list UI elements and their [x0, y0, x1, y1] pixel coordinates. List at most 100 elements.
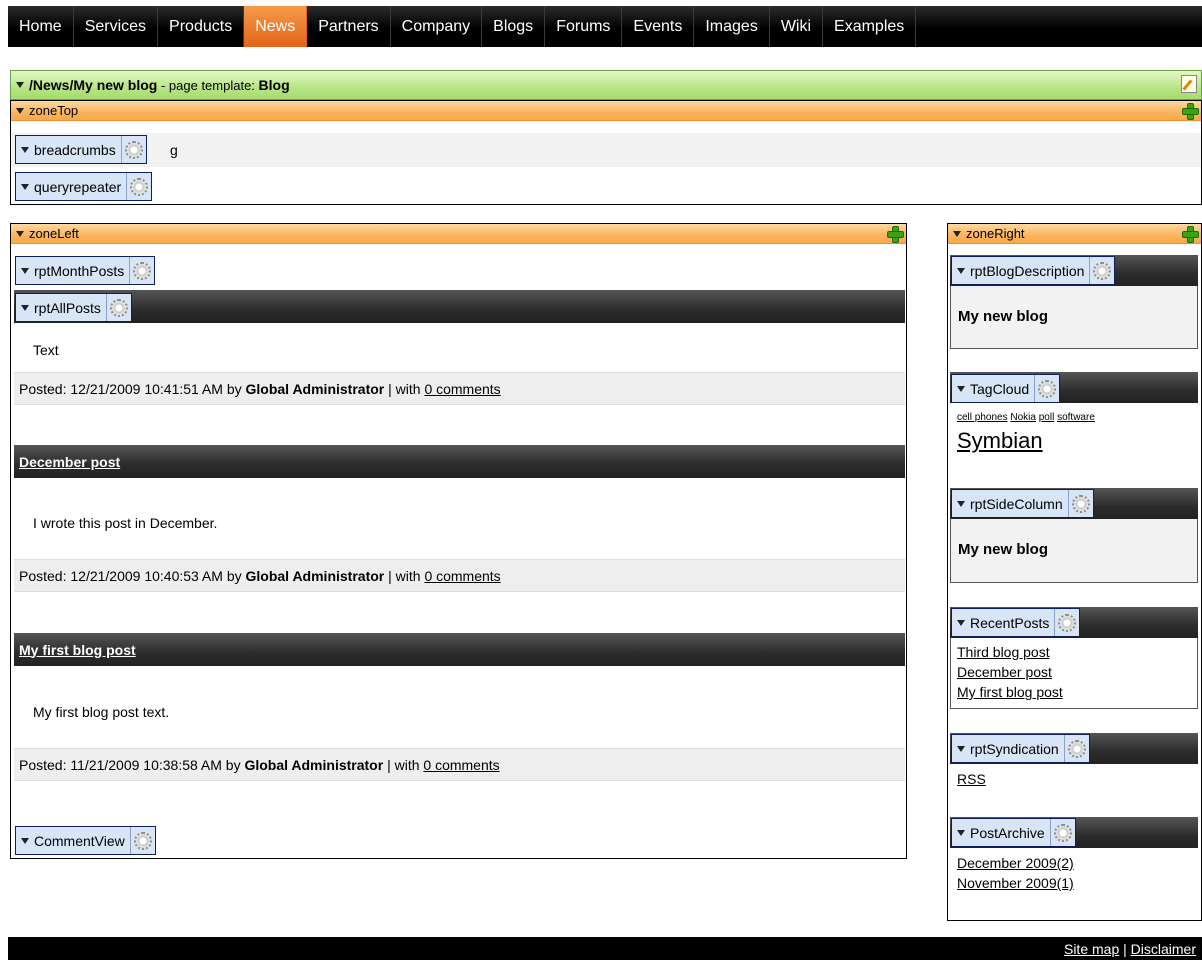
post-title-link[interactable]: My first blog post	[19, 642, 136, 658]
nav-wiki[interactable]: Wiki	[770, 6, 824, 47]
webpart-rptsidecolumn[interactable]: rptSideColumn	[951, 489, 1094, 518]
post-header-bar	[14, 290, 905, 323]
webpart-label: CommentView	[34, 827, 131, 854]
webpart-label: rptAllPosts	[34, 294, 107, 321]
posted-date: Posted: 12/21/2009 10:41:51 AM by	[19, 380, 246, 397]
post-author: Global Administrator	[244, 756, 384, 773]
collapse-triangle-icon[interactable]	[957, 745, 965, 752]
gear-icon[interactable]	[1093, 261, 1112, 280]
page-template-bar[interactable]: /News/My new blog - page template: Blog	[11, 71, 1201, 99]
disclaimer-link[interactable]: Disclaimer	[1131, 941, 1196, 957]
recent-post-link[interactable]: December post	[957, 662, 1063, 682]
nav-news[interactable]: News	[244, 6, 308, 47]
gear-icon[interactable]	[1053, 823, 1072, 842]
collapse-triangle-icon[interactable]	[957, 500, 965, 507]
webpart-postarchive[interactable]: PostArchive	[951, 818, 1076, 847]
collapse-triangle-icon[interactable]	[957, 385, 965, 392]
gear-icon[interactable]	[133, 261, 152, 280]
archive-link[interactable]: December 2009(2)	[957, 853, 1074, 873]
collapse-triangle-icon[interactable]	[957, 829, 965, 836]
archive-link[interactable]: November 2009(1)	[957, 873, 1074, 893]
zone-left-header[interactable]: zoneLeft	[11, 224, 906, 244]
collapse-triangle-icon[interactable]	[21, 146, 29, 153]
webpart-queryrepeater[interactable]: queryrepeater	[15, 172, 153, 201]
webpart-rptblogdescription[interactable]: rptBlogDescription	[951, 256, 1116, 285]
gear-icon[interactable]	[1058, 613, 1077, 632]
nav-events[interactable]: Events	[622, 6, 695, 47]
collapse-triangle-icon[interactable]	[16, 82, 24, 88]
post-author: Global Administrator	[245, 567, 385, 584]
comments-link[interactable]: 0 comments	[424, 568, 500, 584]
gear-icon[interactable]	[124, 140, 143, 159]
nav-home[interactable]: Home	[8, 6, 74, 47]
footer-separator: |	[1119, 940, 1131, 957]
post-body: Text	[33, 342, 59, 358]
webpart-label: breadcrumbs	[34, 136, 122, 163]
collapse-triangle-icon[interactable]	[957, 619, 965, 626]
comments-link[interactable]: 0 comments	[423, 757, 499, 773]
comments-link[interactable]: 0 comments	[424, 381, 500, 397]
zone-top-title: zoneTop	[29, 103, 79, 118]
gear-icon[interactable]	[1067, 739, 1086, 758]
nav-partners[interactable]: Partners	[307, 6, 391, 47]
rss-link[interactable]: RSS	[957, 769, 986, 789]
nav-examples[interactable]: Examples	[823, 6, 917, 47]
zone-right-title: zoneRight	[966, 226, 1025, 241]
nav-forums[interactable]: Forums	[545, 6, 623, 47]
post-body: My first blog post text.	[33, 704, 170, 720]
post-meta-separator: | with	[384, 380, 425, 397]
webpart-breadcrumbs[interactable]: breadcrumbs	[15, 135, 147, 164]
webpart-recentposts[interactable]: RecentPosts	[951, 608, 1081, 637]
recent-post-link[interactable]: Third blog post	[957, 642, 1063, 662]
zone-right-header[interactable]: zoneRight	[948, 224, 1201, 244]
edit-page-icon[interactable]	[1181, 75, 1197, 93]
gear-icon[interactable]	[109, 298, 128, 317]
nav-services[interactable]: Services	[74, 6, 159, 47]
archive-list: December 2009(2) November 2009(1)	[957, 853, 1074, 893]
webpart-rptmonthposts[interactable]: rptMonthPosts	[15, 256, 156, 285]
post-body: I wrote this post in December.	[33, 515, 218, 531]
breadcrumb-text-fragment: g	[170, 142, 178, 158]
zone-top-header[interactable]: zoneTop	[11, 101, 1201, 121]
webpart-rptallposts[interactable]: rptAllPosts	[15, 293, 132, 322]
collapse-triangle-icon[interactable]	[21, 183, 29, 190]
webpart-rptsyndication[interactable]: rptSyndication	[951, 734, 1090, 763]
sitemap-link[interactable]: Site map	[1064, 941, 1119, 957]
gear-icon[interactable]	[1038, 379, 1057, 398]
post-title-link[interactable]: December post	[19, 454, 120, 470]
add-webpart-icon[interactable]	[886, 225, 904, 243]
collapse-triangle-icon[interactable]	[953, 230, 961, 237]
tag-link[interactable]: Nokia	[1010, 412, 1036, 423]
tag-link-large[interactable]: Symbian	[957, 428, 1043, 454]
syndication-list: RSS	[957, 769, 986, 789]
webpart-label: rptBlogDescription	[970, 257, 1091, 284]
blog-description-text: My new blog	[958, 308, 1048, 325]
page-path: /News/My new blog	[29, 77, 158, 93]
collapse-triangle-icon[interactable]	[21, 267, 29, 274]
gear-icon[interactable]	[130, 177, 149, 196]
nav-images[interactable]: Images	[694, 6, 770, 47]
zone-left-title: zoneLeft	[29, 226, 79, 241]
webpart-label: rptMonthPosts	[34, 257, 131, 284]
recent-post-link[interactable]: My first blog post	[957, 682, 1063, 702]
gear-icon[interactable]	[133, 831, 152, 850]
add-webpart-icon[interactable]	[1181, 225, 1199, 243]
collapse-triangle-icon[interactable]	[21, 837, 29, 844]
collapse-triangle-icon[interactable]	[16, 107, 24, 114]
add-webpart-icon[interactable]	[1181, 102, 1199, 120]
page-template-header: /News/My new blog - page template: Blog	[10, 70, 1202, 100]
nav-products[interactable]: Products	[158, 6, 245, 47]
nav-company[interactable]: Company	[391, 6, 483, 47]
tag-link[interactable]: cell phones	[957, 412, 1008, 423]
webpart-commentview[interactable]: CommentView	[15, 826, 156, 855]
collapse-triangle-icon[interactable]	[16, 230, 24, 237]
tag-link[interactable]: software	[1057, 412, 1095, 423]
tag-cloud: cell phones Nokia poll software	[957, 412, 1095, 423]
webpart-tagcloud[interactable]: TagCloud	[951, 374, 1061, 403]
nav-blogs[interactable]: Blogs	[482, 6, 546, 47]
collapse-triangle-icon[interactable]	[957, 267, 965, 274]
tag-link[interactable]: poll	[1039, 412, 1055, 423]
collapse-triangle-icon[interactable]	[21, 304, 29, 311]
breadcrumbs-row	[11, 133, 1201, 167]
gear-icon[interactable]	[1071, 494, 1090, 513]
